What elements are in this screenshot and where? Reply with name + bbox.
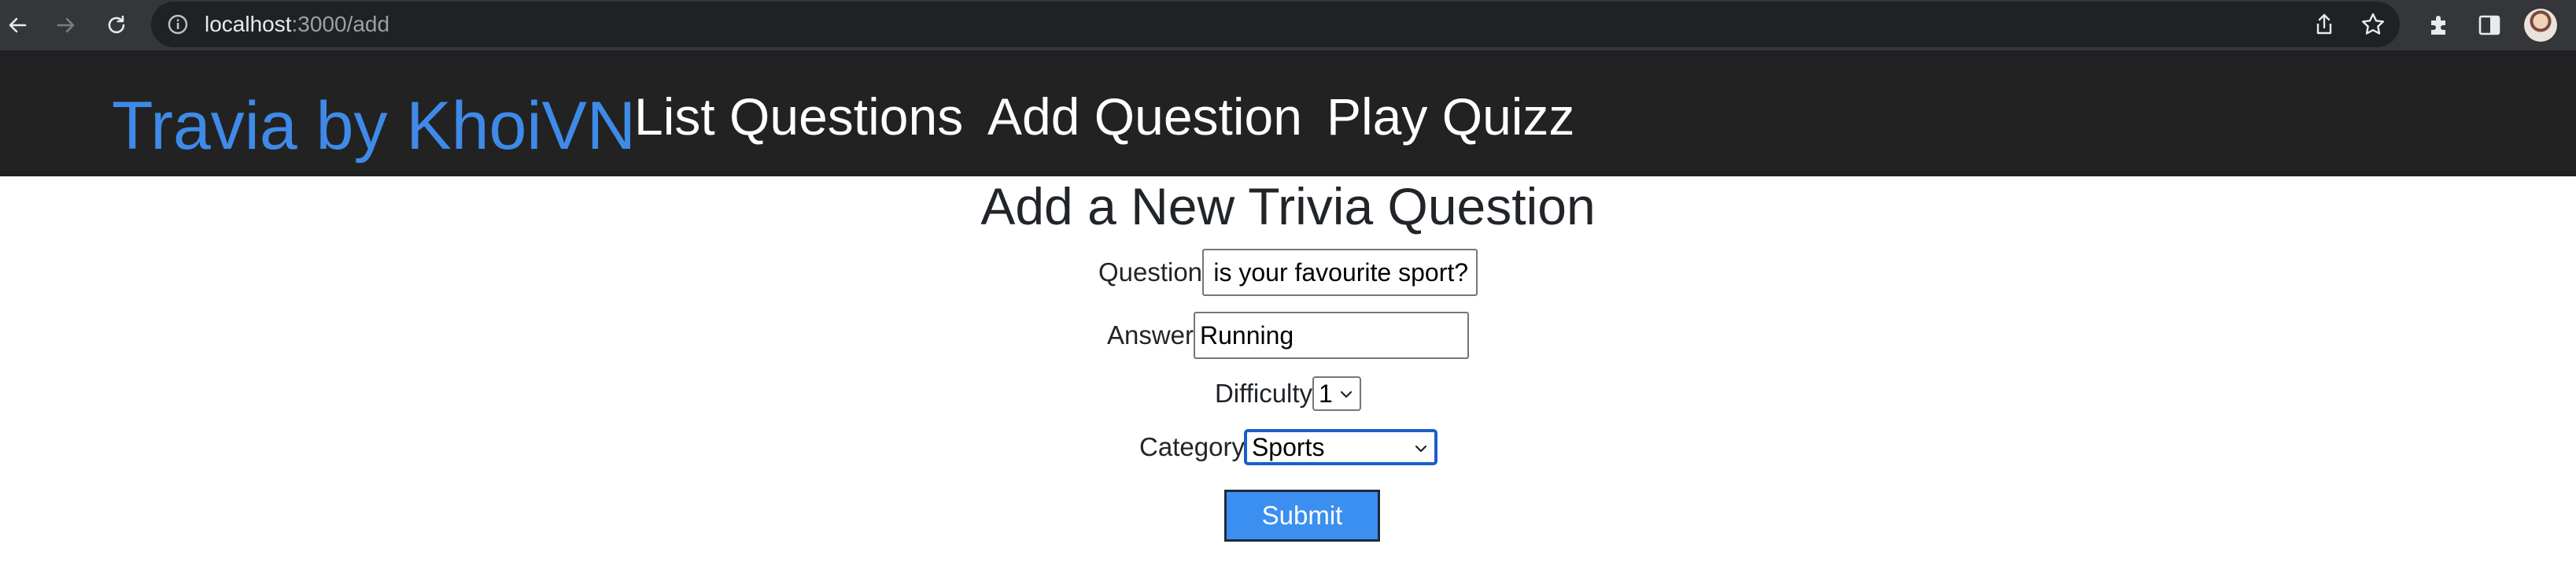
back-button[interactable] xyxy=(0,8,35,43)
chevron-down-icon xyxy=(1415,445,1427,453)
side-panel-button[interactable] xyxy=(2474,9,2505,41)
extensions-button[interactable] xyxy=(2423,9,2455,41)
category-label: Category xyxy=(1139,432,1245,461)
url-host: localhost xyxy=(205,12,292,36)
category-selected-value: Sports xyxy=(1251,432,1325,461)
arrow-right-icon xyxy=(57,17,75,33)
category-row: Category Sports xyxy=(0,430,2576,464)
difficulty-select[interactable]: 1 xyxy=(1312,376,1362,411)
avatar[interactable] xyxy=(2524,9,2557,42)
chevron-down-icon xyxy=(1340,390,1353,398)
nav-link-add-question[interactable]: Add Question xyxy=(987,87,1302,146)
difficulty-selected-value: 1 xyxy=(1319,379,1333,408)
browser-toolbar: localhost:3000/add xyxy=(0,0,2576,50)
url-text[interactable]: localhost:3000/add xyxy=(205,12,389,37)
category-select[interactable]: Sports xyxy=(1244,430,1437,464)
submit-button[interactable]: Submit xyxy=(1224,490,1380,542)
reload-button[interactable] xyxy=(99,8,134,43)
star-icon[interactable] xyxy=(2360,12,2386,37)
answer-row: Answer xyxy=(0,312,2576,359)
nav-link-list-questions[interactable]: List Questions xyxy=(634,87,963,146)
question-row: Question xyxy=(0,249,2576,296)
toolbar-divider xyxy=(0,50,2576,57)
puzzle-icon xyxy=(2431,16,2445,35)
side-panel-icon xyxy=(2478,15,2500,35)
arrow-left-icon xyxy=(9,17,27,33)
page-title: Add a New Trivia Question xyxy=(980,177,1596,235)
nav-link-play-quizz[interactable]: Play Quizz xyxy=(1327,87,1574,146)
difficulty-label: Difficulty xyxy=(1214,379,1313,408)
url-path: :3000/add xyxy=(291,12,390,36)
answer-label: Answer xyxy=(1106,320,1194,350)
info-circle-icon[interactable] xyxy=(167,13,189,35)
difficulty-row: Difficulty 1 xyxy=(0,376,2576,411)
address-bar[interactable]: localhost:3000/add xyxy=(151,2,2400,47)
brand-logo[interactable]: Travia by KhoiVN xyxy=(112,88,636,164)
answer-input[interactable] xyxy=(1194,312,1470,359)
question-input[interactable] xyxy=(1202,249,1478,296)
app-navbar: Travia by KhoiVN List Questions Add Ques… xyxy=(0,57,2576,176)
question-label: Question xyxy=(1098,257,1203,287)
reload-icon xyxy=(108,15,125,34)
share-icon[interactable] xyxy=(2312,12,2337,37)
forward-button[interactable] xyxy=(49,8,83,43)
